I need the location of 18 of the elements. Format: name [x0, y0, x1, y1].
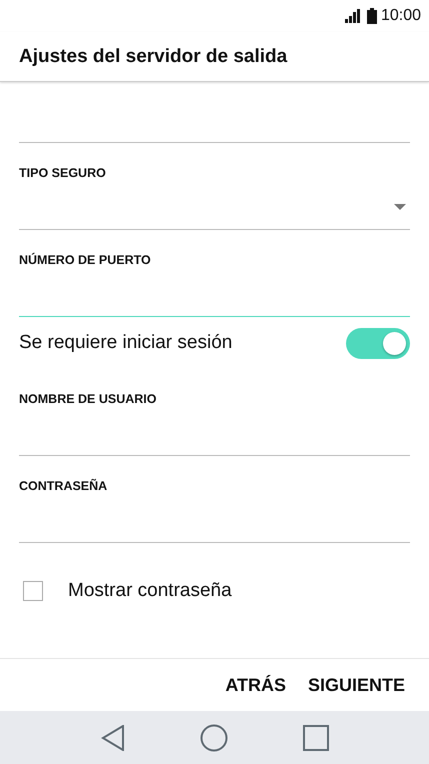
- action-button[interactable]: SIGUIENTE: [302, 668, 411, 702]
- setting-label: Se requiere iniciar sesión: [19, 332, 232, 354]
- home-icon[interactable]: [200, 724, 228, 752]
- field-label: NOMBRE DE USUARIO: [19, 391, 158, 407]
- checkbox-label: Mostrar contraseña: [68, 580, 232, 602]
- recent-apps-icon[interactable]: [302, 724, 328, 750]
- field-label: NÚMERO DE PUERTO: [19, 252, 152, 268]
- action-button[interactable]: ATRÁS: [219, 668, 292, 702]
- checkbox[interactable]: [23, 581, 43, 601]
- dropdown-arrow-icon: [394, 204, 406, 210]
- toggle-switch[interactable]: [346, 328, 410, 358]
- screen-title: Ajustes del servidor de salida: [19, 46, 288, 68]
- back-icon[interactable]: [100, 724, 124, 750]
- field-label: TIPO SEGURO: [19, 165, 107, 181]
- clock-time: 10:00: [380, 7, 421, 25]
- field-label: CONTRASEÑA: [19, 478, 108, 494]
- signal-icon: [344, 9, 363, 23]
- battery-icon: [366, 8, 377, 24]
